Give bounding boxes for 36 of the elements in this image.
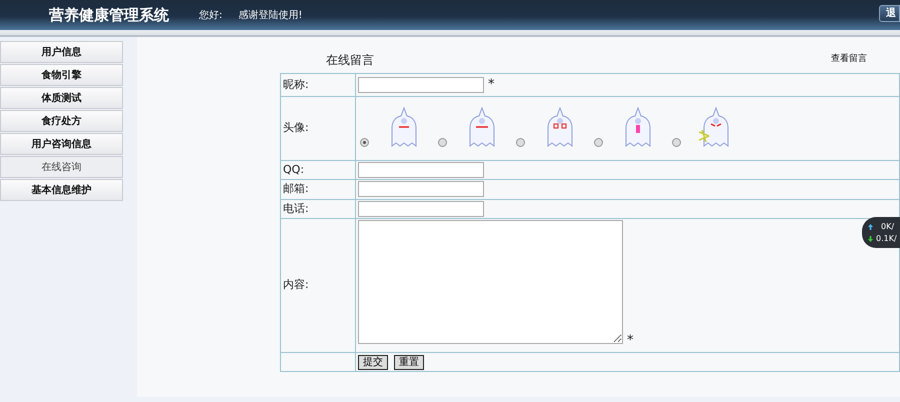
sidebar-item[interactable]: 用户信息: [0, 41, 123, 63]
field-label: 内容:: [283, 278, 309, 291]
required-mark: *: [627, 333, 634, 348]
avatar-radio[interactable]: [516, 138, 525, 147]
sidebar-item[interactable]: 基本信息维护: [0, 179, 123, 201]
input-field[interactable]: [358, 200, 484, 217]
field-label: 邮箱:: [283, 182, 309, 195]
avatar-radio[interactable]: [594, 138, 603, 147]
sidebar-item[interactable]: 体质测试: [0, 87, 123, 109]
logout-button[interactable]: 退: [879, 4, 900, 22]
down-arrow-icon: [868, 236, 873, 242]
greeting-text: 您好:: [199, 8, 222, 22]
field-label: 昵称:: [283, 78, 309, 90]
avatar-radio[interactable]: [672, 138, 681, 147]
input-field[interactable]: [358, 77, 484, 94]
form-button[interactable]: 重置: [394, 354, 424, 370]
input-field[interactable]: [358, 162, 484, 178]
field-label: 头像:: [283, 120, 309, 134]
avatar-radio[interactable]: [438, 138, 447, 147]
upload-speed: 0K/: [881, 220, 894, 232]
form-button[interactable]: 提交: [358, 354, 388, 370]
sidebar-item[interactable]: 用户咨询信息: [0, 133, 123, 155]
up-arrow-icon: [868, 224, 873, 230]
welcome-text: 感谢登陆使用!: [238, 8, 302, 22]
field-label: QQ:: [283, 162, 304, 176]
input-field[interactable]: [358, 181, 484, 198]
download-speed: 0.1K/: [876, 232, 897, 244]
sidebar-item[interactable]: 食疗处方: [0, 110, 123, 132]
content-textarea[interactable]: [358, 220, 623, 344]
view-messages-link[interactable]: 查看留言: [831, 53, 867, 67]
app-title: 营养健康管理系统: [49, 4, 170, 26]
required-mark: *: [488, 77, 494, 92]
avatar-radio[interactable]: [360, 138, 369, 147]
sidebar-item[interactable]: 食物引擎: [0, 64, 123, 86]
form-title: 在线留言: [326, 52, 374, 69]
field-label: 电话:: [283, 202, 309, 214]
